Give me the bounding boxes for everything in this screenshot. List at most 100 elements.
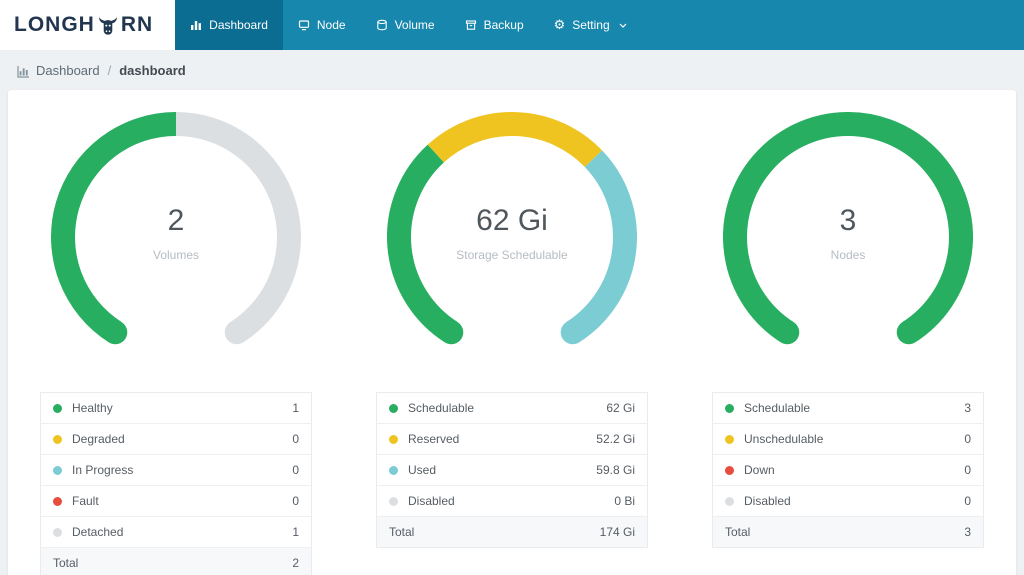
gauge-end-cap [775, 320, 800, 345]
legend-color-dot [53, 528, 62, 537]
nodes-panel: 3 Nodes Schedulable 3 Unschedulable 0 Down 0 D… [680, 112, 1016, 575]
app-logo[interactable]: LONGH RN [0, 0, 176, 50]
legend-label: Schedulable [712, 392, 929, 424]
legend-row: Disabled 0 Bi [376, 485, 648, 517]
legend-label: Fault [40, 485, 250, 517]
legend-row: Schedulable 62 Gi [376, 392, 648, 424]
nav-volume[interactable]: Volume [361, 0, 450, 50]
longhorn-bull-icon [96, 16, 120, 37]
legend-value: 1 [249, 516, 312, 548]
nav-node[interactable]: Node [283, 0, 361, 50]
legend-row: Healthy 1 [40, 392, 312, 424]
gauge-segment [427, 112, 603, 168]
breadcrumb-separator: / [107, 62, 112, 78]
gauge-end-cap [896, 320, 921, 345]
legend-label: Degraded [40, 423, 250, 455]
legend-color-dot [389, 466, 398, 475]
legend-color-dot [53, 466, 62, 475]
app-header: LONGH RN Dashboard Node Volume Backup ⚙ … [0, 0, 1024, 50]
dashboard-icon [190, 19, 202, 31]
legend-label: In Progress [40, 454, 250, 486]
legend-value: 0 [249, 485, 312, 517]
legend-color-dot [725, 435, 734, 444]
legend-color-dot [53, 435, 62, 444]
legend-color-dot [389, 404, 398, 413]
legend-label: Unschedulable [712, 423, 929, 455]
chart-center-value: 3 [839, 204, 857, 237]
storage-summary-table: Schedulable 62 Gi Reserved 52.2 Gi Used 59.8 … [376, 392, 648, 548]
total-label: Total [40, 547, 250, 575]
legend-color-dot [389, 497, 398, 506]
legend-value: 0 [928, 423, 984, 455]
gauge-end-cap [103, 320, 128, 345]
logo-text-right: RN [120, 13, 154, 36]
legend-value: 62 Gi [548, 392, 648, 424]
gauge-end-cap [560, 320, 585, 345]
breadcrumb-section[interactable]: Dashboard [36, 63, 100, 78]
legend-row: Fault 0 [40, 485, 312, 517]
legend-value: 0 Bi [548, 485, 648, 517]
legend-row: Disabled 0 [712, 485, 984, 517]
charts-row: 2 Volumes Healthy 1 Degraded 0 In Progress 0 F… [8, 112, 1016, 575]
legend-color-dot [725, 497, 734, 506]
legend-row: Down 0 [712, 454, 984, 486]
total-row: Total 174 Gi [376, 516, 648, 548]
chart-center-value: 2 [167, 204, 185, 237]
volume-icon [376, 19, 388, 31]
storage-panel: 62 Gi Storage Schedulable Schedulable 62 … [344, 112, 680, 575]
main-nav: Dashboard Node Volume Backup ⚙ Setting [175, 0, 1024, 50]
legend-color-dot [725, 466, 734, 475]
volumes-donut-chart: 2 Volumes [51, 112, 301, 350]
legend-value: 0 [249, 454, 312, 486]
chart-center-text: 62 Gi Storage Schedulable [387, 204, 637, 262]
legend-row: Used 59.8 Gi [376, 454, 648, 486]
gauge-end-cap [439, 320, 464, 345]
nav-setting[interactable]: ⚙ Setting [539, 0, 642, 50]
legend-label: Reserved [376, 423, 549, 455]
gauge-end-cap [224, 320, 249, 345]
nodes-summary-table: Schedulable 3 Unschedulable 0 Down 0 Disabled 0… [712, 392, 984, 548]
legend-row: In Progress 0 [40, 454, 312, 486]
legend-color-dot [53, 404, 62, 413]
nav-dashboard[interactable]: Dashboard [175, 0, 283, 50]
legend-row: Schedulable 3 [712, 392, 984, 424]
legend-row: Degraded 0 [40, 423, 312, 455]
legend-label: Detached [40, 516, 250, 548]
nav-backup[interactable]: Backup [450, 0, 539, 50]
legend-label: Disabled [376, 485, 549, 517]
legend-value: 52.2 Gi [548, 423, 648, 455]
legend-row: Reserved 52.2 Gi [376, 423, 648, 455]
chevron-down-icon [619, 23, 627, 28]
nav-label: Node [316, 18, 346, 32]
total-value: 3 [928, 516, 984, 548]
chart-center-label: Nodes [830, 248, 866, 262]
legend-value: 1 [249, 392, 312, 424]
setting-gear-icon: ⚙ [553, 17, 566, 33]
total-value: 2 [249, 547, 312, 575]
dashboard-icon [17, 65, 30, 78]
total-row: Total 2 [40, 547, 312, 575]
nav-label: Backup [483, 18, 524, 32]
chart-center-text: 2 Volumes [51, 204, 301, 262]
volumes-summary-table: Healthy 1 Degraded 0 In Progress 0 Fault 0 Detac… [40, 392, 312, 575]
legend-row: Detached 1 [40, 516, 312, 548]
legend-label: Used [376, 454, 549, 486]
total-label: Total [376, 516, 549, 548]
legend-value: 3 [928, 392, 984, 424]
legend-label: Healthy [40, 392, 250, 424]
backup-icon [465, 19, 477, 31]
nav-label: Setting [572, 18, 610, 32]
logo-text: LONGH RN [14, 13, 153, 37]
legend-color-dot [725, 404, 734, 413]
chart-center-text: 3 Nodes [723, 204, 973, 262]
total-label: Total [712, 516, 929, 548]
breadcrumb-current: dashboard [119, 62, 186, 78]
chart-center-label: Storage Schedulable [456, 248, 568, 262]
legend-label: Disabled [712, 485, 929, 517]
breadcrumb: Dashboard / dashboard [0, 50, 1024, 90]
legend-value: 59.8 Gi [548, 454, 648, 486]
total-row: Total 3 [712, 516, 984, 548]
chart-center-label: Volumes [152, 248, 200, 262]
nav-label: Volume [394, 18, 435, 32]
legend-value: 0 [249, 423, 312, 455]
